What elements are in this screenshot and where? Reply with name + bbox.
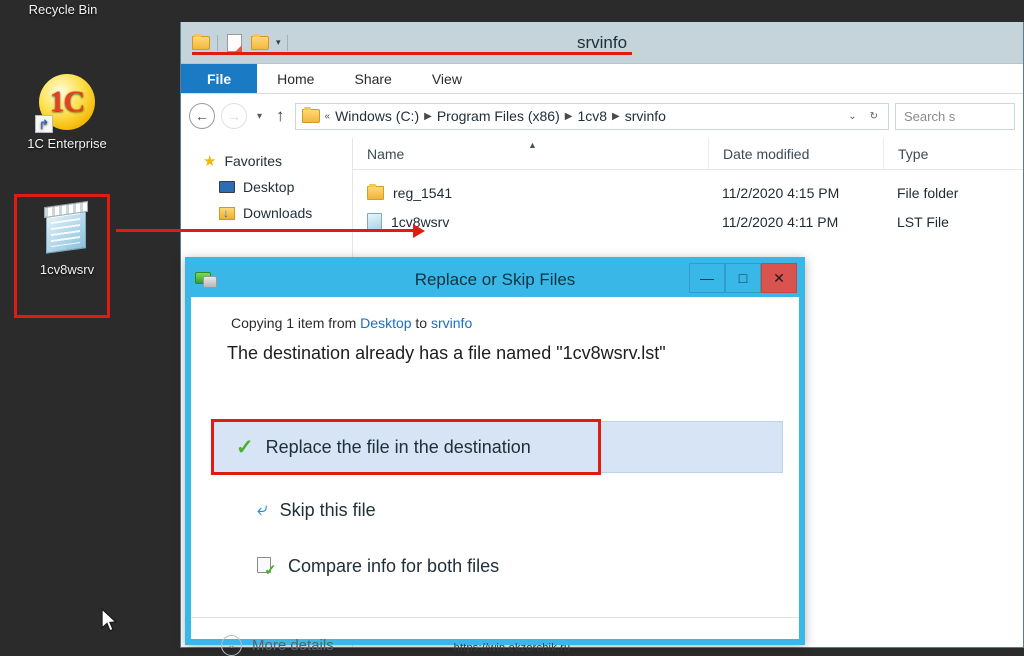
address-bar[interactable]: ← → ▾ ↑ « Windows (C:) ▶ Program Files (… [181,94,1023,138]
toolbar-divider [217,34,218,51]
shortcut-arrow-icon: ↱ [35,115,53,133]
watermark: https://win.ekzorchik.ru [453,642,571,654]
chevron-right-icon: ▶ [424,110,432,122]
back-button[interactable]: ← [189,103,215,129]
option-skip-file[interactable]: ⤷ Skip this file [213,487,376,533]
copying-status-line: Copying 1 item from Desktop to srvinfo [191,297,799,331]
column-header-name[interactable]: Name ▲ [353,138,708,169]
toolbar-divider [286,34,288,51]
destination-message: The destination already has a file named… [227,343,666,363]
quick-access-toolbar[interactable]: ▾ [181,33,288,52]
explorer-title-bar[interactable]: ▾ srvinfo [181,22,1023,64]
tab-view[interactable]: View [412,64,482,93]
sort-ascending-icon: ▲ [528,140,537,150]
compare-files-icon: ✓ [257,556,277,579]
desktop-icon-label: 1C Enterprise [27,136,107,151]
maximize-button[interactable]: □ [725,263,761,293]
star-icon: ★ [203,153,217,170]
customize-caret-icon[interactable]: ▾ [276,37,281,48]
annotation-arrow-head [413,224,425,238]
highlight-box-desktop-file [14,194,110,318]
column-header-date-modified[interactable]: Date modified [708,138,883,169]
new-document-icon[interactable] [224,33,244,52]
column-headers[interactable]: Name ▲ Date modified Type [353,138,1023,170]
folder-icon [301,107,320,123]
file-date-cell: 11/2/2020 4:15 PM [722,184,840,201]
folder-icon[interactable] [191,33,211,52]
replace-or-skip-dialog[interactable]: Replace or Skip Files — □ ✕ Copying 1 it… [185,257,805,656]
sidebar-item-label: Desktop [243,179,295,195]
dialog-divider [191,617,799,618]
chevron-right-icon: ▶ [564,110,573,122]
tab-home[interactable]: Home [257,64,334,93]
breadcrumb-prefix: « [324,110,331,122]
downloads-icon [219,206,235,220]
tab-file[interactable]: File [181,64,258,93]
breadcrumb[interactable]: « Windows (C:) ▶ Program Files (x86) ▶ 1… [294,102,889,130]
file-type-cell: File folder [897,184,959,201]
breadcrumb-item-windows-c[interactable]: Windows (C:) [335,108,419,124]
lst-file-icon [367,213,382,230]
close-button[interactable]: ✕ [761,263,797,293]
column-header-type[interactable]: Type [883,138,1023,169]
sidebar-item-favorites[interactable]: ★ Favorites [203,148,352,174]
address-dropdown-icon[interactable]: ⌄ [844,111,860,122]
recent-locations-caret-icon[interactable]: ▾ [253,111,266,122]
breadcrumb-item-1cv8[interactable]: 1cv8 [577,108,607,124]
option-compare-files[interactable]: ✓ Compare info for both files [213,543,499,589]
table-row[interactable]: reg_1541 11/2/2020 4:15 PM File folder [353,178,1023,207]
folder-icon [367,183,384,200]
desktop-icon-1c-enterprise[interactable]: 1C ↱ 1C Enterprise [12,72,122,151]
option-label: Skip this file [279,499,376,520]
copying-prefix: Copying 1 item from [231,315,357,331]
explorer-window-title: srvinfo [576,32,628,52]
copy-target-link[interactable]: srvinfo [431,315,472,331]
1c-enterprise-icon: 1C ↱ [12,72,122,133]
desktop-icon [219,181,235,193]
window-controls[interactable]: — □ ✕ [689,263,797,293]
copy-source-link[interactable]: Desktop [360,315,411,331]
column-header-label: Date modified [723,145,810,162]
sidebar-item-desktop[interactable]: Desktop [203,174,352,200]
search-input[interactable]: Search s [895,102,1015,130]
table-row[interactable]: 1cv8wsrv 11/2/2020 4:11 PM LST File [353,207,1023,236]
annotation-arrow-line [116,229,416,232]
forward-button[interactable]: → [221,103,247,129]
file-name-label: reg_1541 [393,184,453,201]
option-label: Compare info for both files [288,555,500,576]
breadcrumb-item-srvinfo[interactable]: srvinfo [625,108,666,124]
option-replace-file[interactable]: ✓ Replace the file in the destination [213,421,783,473]
file-name-cell[interactable]: 1cv8wsrv [353,213,708,230]
minimize-button[interactable]: — [689,263,725,293]
mouse-cursor-icon [101,608,118,632]
1c-logo-text: 1C [49,85,86,118]
option-label: Replace the file in the destination [265,436,531,457]
dialog-body: Copying 1 item from Desktop to srvinfo T… [191,297,799,656]
folder-properties-icon[interactable] [250,33,270,52]
dialog-title-bar[interactable]: Replace or Skip Files — □ ✕ [191,263,799,297]
refresh-icon[interactable]: ↻ [866,111,882,122]
address-path-underline [192,52,632,55]
sidebar-item-downloads[interactable]: Downloads [203,200,352,226]
ribbon-tab-bar[interactable]: File Home Share View [181,64,1023,94]
file-type-cell: LST File [897,213,949,230]
sidebar-item-label: Downloads [243,205,313,221]
breadcrumb-item-program-files[interactable]: Program Files (x86) [437,108,560,124]
desktop-icon-label: Recycle Bin [28,2,98,17]
column-header-label: Name [367,145,405,162]
copying-middle: to [415,315,428,331]
skip-arrow-icon: ⤷ [257,499,268,520]
tab-share[interactable]: Share [334,64,411,93]
file-name-cell[interactable]: reg_1541 [353,183,708,201]
file-date-cell: 11/2/2020 4:11 PM [722,213,839,230]
desktop-icon-recycle-bin[interactable]: Recycle Bin [8,2,118,17]
chevron-right-icon: ▶ [612,110,620,122]
green-check-icon: ✓ [236,435,254,459]
column-header-label: Type [898,145,929,162]
sidebar-item-label: Favorites [224,153,283,169]
up-button[interactable]: ↑ [272,106,289,126]
